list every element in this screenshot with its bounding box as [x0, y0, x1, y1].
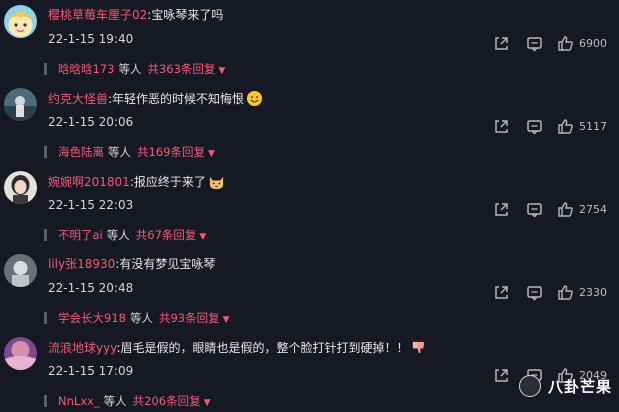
reply-count[interactable]: 共67条回复: [136, 228, 197, 242]
reply-divider: [44, 229, 47, 241]
comment-actions: 2330: [493, 284, 619, 302]
reply-wait-label: 等人: [108, 145, 131, 159]
comment-time: 22-1-15 17:09: [48, 364, 134, 378]
like-icon[interactable]: [557, 201, 574, 218]
smile-emoji-icon: [247, 90, 263, 107]
reply-summary[interactable]: 海色陆离 等人 共169条回复 ▼: [58, 144, 215, 162]
reply-count[interactable]: 共169条回复: [137, 145, 205, 159]
reply-divider: [44, 395, 47, 407]
comment-item: 约克大怪兽:年轻作恶的时候不知悔恨 22-1-15 20:06 5117 海色陆离 等人…: [0, 88, 619, 171]
comment-item: lily张18930:有没有梦见宝咏琴 22-1-15 20:48 2330 学会长大…: [0, 254, 619, 337]
reply-username[interactable]: NnLxx_: [58, 394, 100, 408]
cat-emoji-icon: [209, 176, 223, 190]
reply-summary[interactable]: 不明了ai 等人 共67条回复 ▼: [58, 227, 206, 245]
chevron-down-icon[interactable]: ▼: [208, 149, 215, 159]
reply-icon[interactable]: [526, 284, 543, 301]
like-icon[interactable]: [557, 284, 574, 301]
like-icon[interactable]: [557, 35, 574, 52]
reply-summary[interactable]: NnLxx_ 等人 共206条回复 ▼: [58, 393, 211, 411]
reply-summary[interactable]: 晗晗晗173 等人 共363条回复 ▼: [58, 61, 225, 79]
reply-username[interactable]: 晗晗晗173: [58, 62, 114, 76]
like-count: 5117: [579, 120, 607, 133]
like-count: 6900: [579, 37, 607, 50]
avatar[interactable]: [4, 254, 37, 287]
like-count: 2754: [579, 203, 607, 216]
comment-username[interactable]: lily张18930: [48, 257, 115, 271]
reply-count[interactable]: 共206条回复: [133, 394, 201, 408]
share-icon[interactable]: [493, 118, 510, 135]
comment-text: :宝咏琴来了吗: [147, 8, 224, 22]
reply-count[interactable]: 共93条回复: [159, 311, 220, 325]
comment-item: 樱桃草莓车厘子02:宝咏琴来了吗 22-1-15 19:40 6900 晗晗晗173 等…: [0, 5, 619, 88]
thumbs-down-emoji-icon: [413, 341, 425, 354]
comment-text: :报应终于来了: [129, 175, 206, 189]
comment-line: lily张18930:有没有梦见宝咏琴: [48, 256, 215, 272]
reply-icon[interactable]: [526, 118, 543, 135]
watermark: 八卦芒果: [519, 373, 619, 403]
comment-actions: 6900: [493, 35, 619, 53]
watermark-text: 八卦芒果: [548, 378, 613, 396]
chevron-down-icon[interactable]: ▼: [204, 398, 211, 408]
reply-username[interactable]: 学会长大918: [58, 311, 126, 325]
share-icon[interactable]: [493, 201, 510, 218]
comment-username[interactable]: 约克大怪兽: [48, 92, 108, 106]
share-icon[interactable]: [493, 284, 510, 301]
reply-divider: [44, 312, 47, 324]
like-count: 2330: [579, 286, 607, 299]
avatar[interactable]: [4, 88, 37, 121]
comment-line: 约克大怪兽:年轻作恶的时候不知悔恨: [48, 90, 263, 107]
comment-text: :年轻作恶的时候不知悔恨: [108, 92, 245, 106]
reply-divider: [44, 63, 47, 75]
comment-line: 婉婉啊201801:报应终于来了: [48, 173, 225, 190]
wechat-logo-icon: [519, 375, 541, 397]
reply-username[interactable]: 不明了ai: [58, 228, 103, 242]
reply-wait-label: 等人: [103, 394, 127, 408]
comment-item: 婉婉啊201801:报应终于来了 22-1-15 22:03 2754 不明了ai 等人…: [0, 171, 619, 254]
avatar[interactable]: [4, 337, 37, 370]
comment-line: 流浪地球yyy:眉毛是假的，眼睛也是假的，整个脸打针打到硬掉！！: [48, 339, 427, 356]
comment-text: :有没有梦见宝咏琴: [115, 257, 216, 271]
comment-actions: 5117: [493, 118, 619, 136]
comment-actions: 2754: [493, 201, 619, 219]
reply-count[interactable]: 共363条回复: [147, 62, 215, 76]
reply-icon[interactable]: [526, 35, 543, 52]
reply-wait-label: 等人: [118, 62, 142, 76]
comment-username[interactable]: 流浪地球yyy: [48, 341, 116, 355]
comment-time: 22-1-15 20:06: [48, 115, 134, 129]
comment-time: 22-1-15 20:48: [48, 281, 134, 295]
reply-summary[interactable]: 学会长大918 等人 共93条回复 ▼: [58, 310, 230, 328]
reply-divider: [44, 146, 47, 158]
chevron-down-icon[interactable]: ▼: [218, 66, 225, 76]
comment-text: :眉毛是假的，眼睛也是假的，整个脸打针打到硬掉！！: [116, 341, 409, 355]
reply-wait-label: 等人: [129, 311, 153, 325]
like-icon[interactable]: [557, 118, 574, 135]
share-icon[interactable]: [493, 367, 510, 384]
reply-wait-label: 等人: [106, 228, 130, 242]
avatar[interactable]: [4, 171, 37, 204]
comment-username[interactable]: 婉婉啊201801: [48, 175, 130, 189]
comment-time: 22-1-15 19:40: [48, 32, 134, 46]
reply-icon[interactable]: [526, 201, 543, 218]
chevron-down-icon[interactable]: ▼: [223, 315, 230, 325]
chevron-down-icon[interactable]: ▼: [199, 232, 206, 242]
comment-username[interactable]: 樱桃草莓车厘子02: [48, 8, 147, 22]
comment-line: 樱桃草莓车厘子02:宝咏琴来了吗: [48, 7, 223, 23]
share-icon[interactable]: [493, 35, 510, 52]
comment-time: 22-1-15 22:03: [48, 198, 134, 212]
avatar[interactable]: [4, 5, 37, 38]
reply-username[interactable]: 海色陆离: [58, 145, 104, 159]
